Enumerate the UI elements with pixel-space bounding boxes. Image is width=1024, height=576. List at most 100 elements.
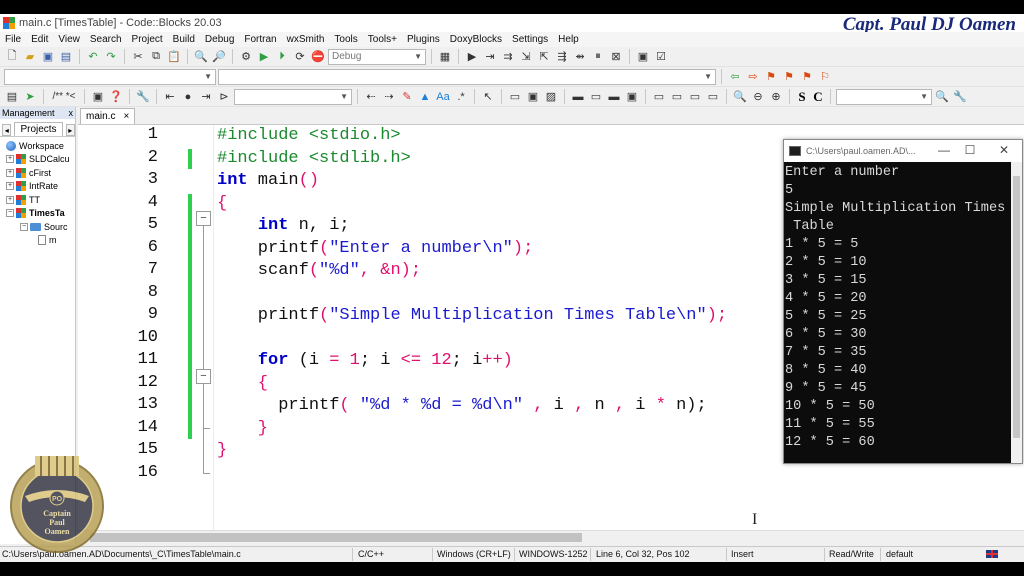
menu-search[interactable]: Search — [85, 34, 127, 45]
close-icon[interactable]: x — [69, 107, 76, 119]
search-combo[interactable]: ▼ — [234, 88, 352, 105]
function-select[interactable]: ▼ — [218, 68, 716, 85]
block-7-icon[interactable]: ▭ — [687, 89, 703, 105]
menu-file[interactable]: File — [0, 34, 26, 45]
symbol-search-icon[interactable]: 🔍 — [934, 89, 950, 105]
block-5-icon[interactable]: ▭ — [651, 89, 667, 105]
bookmark-prev-icon[interactable]: ⚑ — [781, 69, 797, 85]
block-3-icon[interactable]: ▬ — [606, 89, 622, 105]
tab-main-c[interactable]: main.c × — [80, 108, 136, 124]
bookmark-clear-icon[interactable]: ⚐ — [817, 69, 833, 85]
wrench-icon[interactable]: 🔧 — [135, 89, 151, 105]
run-icon[interactable]: ▶ — [256, 49, 272, 65]
tree-item-project[interactable]: + TT — [0, 193, 75, 207]
redo-icon[interactable]: ↷ — [103, 49, 119, 65]
tab-scroll-right-icon[interactable]: ▸ — [65, 124, 75, 136]
cut-icon[interactable]: ✂ — [130, 49, 146, 65]
prev-icon[interactable]: ⇤ — [162, 89, 178, 105]
tree-item-project[interactable]: + SLDCalcu — [0, 153, 75, 167]
debug-info-icon[interactable]: ☑ — [653, 49, 669, 65]
highlight-icon[interactable]: ✎ — [399, 89, 415, 105]
regex-icon[interactable]: ▲ — [417, 89, 433, 105]
tree-item-file[interactable]: m — [0, 234, 75, 248]
tab-projects[interactable]: Projects — [14, 122, 63, 136]
debug-run-icon[interactable]: ▶ — [464, 49, 480, 65]
fold-toggle-for[interactable]: − — [196, 369, 211, 384]
maximize-icon[interactable]: ☐ — [956, 143, 984, 157]
replace-icon[interactable]: 🔎 — [211, 49, 227, 65]
doxy-chm-icon[interactable]: ❓ — [108, 89, 124, 105]
build-and-run-icon[interactable]: ⏵ — [274, 49, 290, 65]
minimize-icon[interactable]: — — [930, 143, 958, 157]
new-file-icon[interactable]: 🗋 — [4, 49, 20, 65]
menu-help[interactable]: Help — [553, 34, 584, 45]
block-1-icon[interactable]: ▬ — [570, 89, 586, 105]
stop-debug-icon[interactable]: ⊠ — [608, 49, 624, 65]
fold-toggle-main[interactable]: − — [196, 211, 211, 226]
bullet-icon[interactable]: ● — [180, 89, 196, 105]
block-4-icon[interactable]: ▣ — [624, 89, 640, 105]
scrollbar-thumb[interactable] — [1013, 176, 1020, 438]
menu-view[interactable]: View — [53, 34, 85, 45]
expand-icon[interactable]: − — [20, 222, 28, 231]
menu-edit[interactable]: Edit — [26, 34, 53, 45]
select-cursor-icon[interactable]: ↖ — [480, 89, 496, 105]
jump-back-icon[interactable]: ⇦ — [727, 69, 743, 85]
tree-item-folder[interactable]: − Sourc — [0, 220, 75, 234]
paste-icon[interactable]: 📋 — [166, 49, 182, 65]
build-options-icon[interactable]: ▦ — [437, 49, 453, 65]
find-icon[interactable]: 🔍 — [193, 49, 209, 65]
pause-icon[interactable]: ⏸ — [590, 49, 606, 65]
step-into-icon[interactable]: ⇲ — [518, 49, 534, 65]
step-out-icon[interactable]: ⇱ — [536, 49, 552, 65]
horizontal-scrollbar[interactable] — [78, 530, 1024, 544]
menu-fortran[interactable]: Fortran — [239, 34, 281, 45]
abort-icon[interactable]: ⛔ — [310, 49, 326, 65]
arrow-left-icon[interactable]: ⇠ — [363, 89, 379, 105]
comment-block-button[interactable]: /** *< — [49, 89, 79, 105]
next-instruction-icon[interactable]: ⇶ — [554, 49, 570, 65]
menu-plugins[interactable]: Plugins — [402, 34, 445, 45]
menu-wxsmith[interactable]: wxSmith — [282, 34, 330, 45]
zoom-fit-icon[interactable]: ⊕ — [768, 89, 784, 105]
menu-tools[interactable]: Tools — [329, 34, 362, 45]
block-6-icon[interactable]: ▭ — [669, 89, 685, 105]
save-all-icon[interactable]: ▤ — [58, 49, 74, 65]
zoom-in-icon[interactable]: 🔍 — [732, 89, 748, 105]
menu-project[interactable]: Project — [127, 34, 168, 45]
doxy-extract-icon[interactable]: ➤ — [22, 89, 38, 105]
console-scrollbar[interactable] — [1011, 162, 1022, 463]
symbol-search-combo[interactable]: ▼ — [836, 88, 932, 105]
save-icon[interactable]: ▣ — [40, 49, 56, 65]
expand-icon[interactable]: + — [6, 195, 14, 204]
symbol-settings-icon[interactable]: 🔧 — [952, 89, 968, 105]
scope-select[interactable]: ▼ — [4, 68, 216, 85]
wildcard-icon[interactable]: .* — [453, 89, 469, 105]
expand-icon[interactable]: + — [6, 182, 14, 191]
search-arrow-icon[interactable]: ⊳ — [216, 89, 232, 105]
rectangle-icon[interactable]: ▭ — [507, 89, 523, 105]
image-icon[interactable]: ▨ — [543, 89, 559, 105]
build-target-select[interactable]: Debug ▼ — [328, 48, 426, 65]
rebuild-icon[interactable]: ⟳ — [292, 49, 308, 65]
undo-icon[interactable]: ↶ — [85, 49, 101, 65]
c-format-icon[interactable]: C — [811, 89, 825, 105]
menu-build[interactable]: Build — [168, 34, 200, 45]
zoom-out-icon[interactable]: ⊖ — [750, 89, 766, 105]
close-icon[interactable]: ✕ — [990, 143, 1018, 157]
tree-item-project-active[interactable]: − TimesTa — [0, 207, 75, 221]
block-2-icon[interactable]: ▭ — [588, 89, 604, 105]
bookmark-next-icon[interactable]: ⚑ — [799, 69, 815, 85]
build-gear-icon[interactable]: ⚙ — [238, 49, 254, 65]
doxy-html-icon[interactable]: ▣ — [90, 89, 106, 105]
match-case-icon[interactable]: Aa — [435, 89, 451, 105]
scrollbar-thumb[interactable] — [90, 533, 582, 542]
frame-icon[interactable]: ▣ — [525, 89, 541, 105]
step-into-instruction-icon[interactable]: ⇴ — [572, 49, 588, 65]
menu-debug[interactable]: Debug — [200, 34, 239, 45]
debug-windows-icon[interactable]: ▣ — [635, 49, 651, 65]
jump-forward-icon[interactable]: ⇨ — [745, 69, 761, 85]
tab-scroll-left-icon[interactable]: ◂ — [2, 124, 12, 136]
expand-icon[interactable]: + — [6, 168, 14, 177]
copy-icon[interactable]: ⧉ — [148, 49, 164, 65]
